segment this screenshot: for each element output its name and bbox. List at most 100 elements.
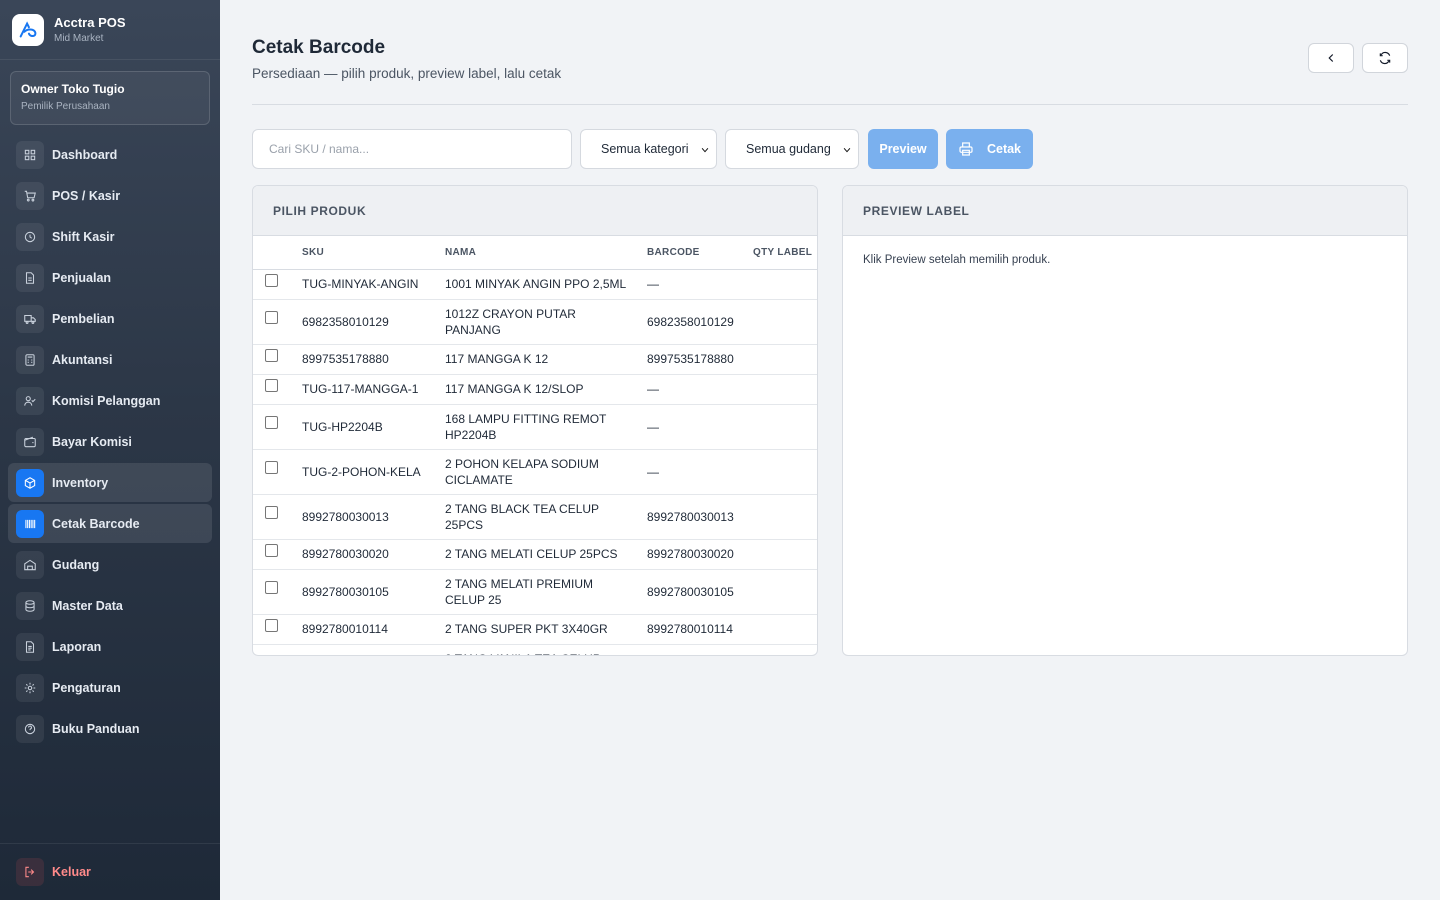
sidebar-item-shift-kasir[interactable]: Shift Kasir <box>8 217 212 256</box>
back-button[interactable] <box>1308 43 1354 73</box>
warehouse-select-value: Semua gudang <box>746 142 831 156</box>
nama-cell: 168 LAMPU FITTING REMOT HP2204B <box>445 404 647 450</box>
row-checkbox[interactable] <box>265 378 278 392</box>
warehouse-icon <box>16 550 44 579</box>
category-select-value: Semua kategori <box>601 142 689 156</box>
row-checkbox[interactable] <box>265 273 278 287</box>
sidebar-item-label: Cetak Barcode <box>52 516 140 531</box>
sku-cell: 8992780030020 <box>302 539 445 570</box>
sku-cell: 8992780010114 <box>302 614 445 645</box>
sidebar-item-inventory[interactable]: Inventory <box>8 463 212 502</box>
row-select-cell <box>253 644 302 655</box>
sidebar-item-label: Gudang <box>52 557 100 572</box>
qty-label-cell <box>753 539 817 570</box>
search-input[interactable] <box>252 129 572 169</box>
qty-label-cell <box>753 374 817 405</box>
sidebar-item-pos-kasir[interactable]: POS / Kasir <box>8 176 212 215</box>
qty-label-cell <box>753 614 817 645</box>
table-row[interactable]: 8992780010114 2 TANG SUPER PKT 3X40GR 8992… <box>253 614 817 645</box>
table-row[interactable]: 8992780030013 2 TANG BLACK TEA CELUP 25PC… <box>253 494 817 540</box>
sidebar-item-master-data[interactable]: Master Data <box>8 586 212 625</box>
row-checkbox[interactable] <box>265 543 278 557</box>
qty-label-cell <box>753 569 817 615</box>
nama-cell: 1012Z CRAYON PUTAR PANJANG <box>445 299 647 345</box>
table-row[interactable]: TUG-117-MANGGA-1 117 MANGGA K 12/SLOP — <box>253 374 817 405</box>
nama-cell: 117 MANGGA K 12 <box>445 344 647 375</box>
row-checkbox[interactable] <box>265 506 278 519</box>
row-select-cell <box>253 404 302 450</box>
clock-icon <box>16 222 44 251</box>
row-select-cell <box>253 299 302 345</box>
sidebar-item-label: POS / Kasir <box>52 188 121 203</box>
sidebar-item-penjualan[interactable]: Penjualan <box>8 258 212 297</box>
sidebar-item-dashboard[interactable]: Dashboard <box>8 135 212 174</box>
sku-cell: TUG-117-MANGGA-1 <box>302 374 445 405</box>
sidebar-item-label: Laporan <box>52 639 102 654</box>
sidebar-item-buku-panduan[interactable]: Buku Panduan <box>8 709 212 748</box>
chevron-left-icon <box>1328 54 1334 62</box>
sidebar-item-komisi-pelanggan[interactable]: Komisi Pelanggan <box>8 381 212 420</box>
row-checkbox[interactable] <box>265 581 278 594</box>
preview-button[interactable]: Preview <box>868 129 938 169</box>
row-checkbox[interactable] <box>265 618 278 632</box>
sidebar-item-akuntansi[interactable]: Akuntansi <box>8 340 212 379</box>
nama-cell: 2 TANG MELATI CELUP 25PCS <box>445 539 647 570</box>
barcode-cell: — <box>647 269 753 300</box>
refresh-button[interactable] <box>1362 43 1408 73</box>
table-row[interactable]: 8992780030020 2 TANG MELATI CELUP 25PCS 89… <box>253 539 817 570</box>
table-row[interactable]: 8997535178880 117 MANGGA K 12 899753517888… <box>253 344 817 375</box>
user-card[interactable]: Owner Toko Tugio Pemilik Perusahaan <box>10 71 210 125</box>
sku-cell: TUG-HP2204B <box>302 404 445 450</box>
sidebar-item-label: Buku Panduan <box>52 721 140 736</box>
page-subtitle: Persediaan — pilih produk, preview label… <box>252 66 562 81</box>
table-row[interactable]: 89927800301982 TANG VANILA TEA CELUP 25P… <box>253 644 817 655</box>
sku-cell: TUG-MINYAK-ANGIN <box>302 269 445 300</box>
table-row[interactable]: 6982358010129 1012Z CRAYON PUTAR PANJANG 6… <box>253 299 817 345</box>
table-row[interactable]: TUG-MINYAK-ANGIN 1001 MINYAK ANGIN PPO 2,… <box>253 269 817 300</box>
sidebar-item-pengaturan[interactable]: Pengaturan <box>8 668 212 707</box>
product-panel: PILIH PRODUK SKU NAMA BARCODE QTY LABEL … <box>252 185 818 656</box>
select-column-header <box>253 236 302 270</box>
qty-label-cell <box>753 449 817 495</box>
brand-name: Acctra POS <box>54 15 126 30</box>
sidebar-item-label: Shift Kasir <box>52 229 115 244</box>
qty-label-cell <box>753 404 817 450</box>
row-checkbox[interactable] <box>265 461 278 474</box>
brand[interactable]: Acctra POS Mid Market <box>0 0 220 60</box>
sidebar-item-gudang[interactable]: Gudang <box>8 545 212 584</box>
table-row[interactable]: TUG-HP2204B 168 LAMPU FITTING REMOT HP220… <box>253 404 817 450</box>
sidebar-item-pembelian[interactable]: Pembelian <box>8 299 212 338</box>
header-divider <box>252 104 1408 105</box>
sidebar-item-bayar-komisi[interactable]: Bayar Komisi <box>8 422 212 461</box>
brand-sub: Mid Market <box>54 33 104 44</box>
gear-icon <box>16 673 44 702</box>
nama-cell: 2 POHON KELAPA SODIUM CICLAMATE <box>445 449 647 495</box>
sidebar-item-laporan[interactable]: Laporan <box>8 627 212 666</box>
barcode-cell: 8992780010114 <box>647 614 753 645</box>
user-check-icon <box>16 386 44 415</box>
preview-panel-title: PREVIEW LABEL <box>843 186 1407 236</box>
row-checkbox[interactable] <box>265 348 278 362</box>
barcode-cell: 8992780030020 <box>647 539 753 570</box>
table-row[interactable]: TUG-2-POHON-KELA 2 POHON KELAPA SODIUM CI… <box>253 449 817 495</box>
warehouse-select[interactable]: Semua gudang <box>725 129 859 169</box>
sidebar-item-label: Komisi Pelanggan <box>52 393 161 408</box>
print-button[interactable]: Cetak <box>946 129 1033 169</box>
table-row[interactable]: 8992780030105 2 TANG MELATI PREMIUM CELUP… <box>253 569 817 615</box>
sidebar-item-label: Master Data <box>52 598 123 613</box>
barcode-cell: — <box>647 404 753 450</box>
column-header-sku: SKU <box>302 236 445 270</box>
cart-icon <box>16 181 44 210</box>
box-icon <box>16 468 44 497</box>
main-content: Cetak Barcode Persediaan — pilih produk,… <box>220 0 1440 900</box>
category-select[interactable]: Semua kategori <box>580 129 717 169</box>
sku-cell: 6982358010129 <box>302 299 445 345</box>
logout-button[interactable]: Keluar <box>0 843 220 900</box>
row-checkbox[interactable] <box>265 311 278 324</box>
row-select-cell <box>253 494 302 540</box>
barcode-cell: 6982358010129 <box>647 299 753 345</box>
grid-icon <box>16 140 44 169</box>
user-name: Owner Toko Tugio <box>21 82 125 96</box>
row-checkbox[interactable] <box>265 416 278 429</box>
sidebar-item-cetak-barcode[interactable]: Cetak Barcode <box>8 504 212 543</box>
